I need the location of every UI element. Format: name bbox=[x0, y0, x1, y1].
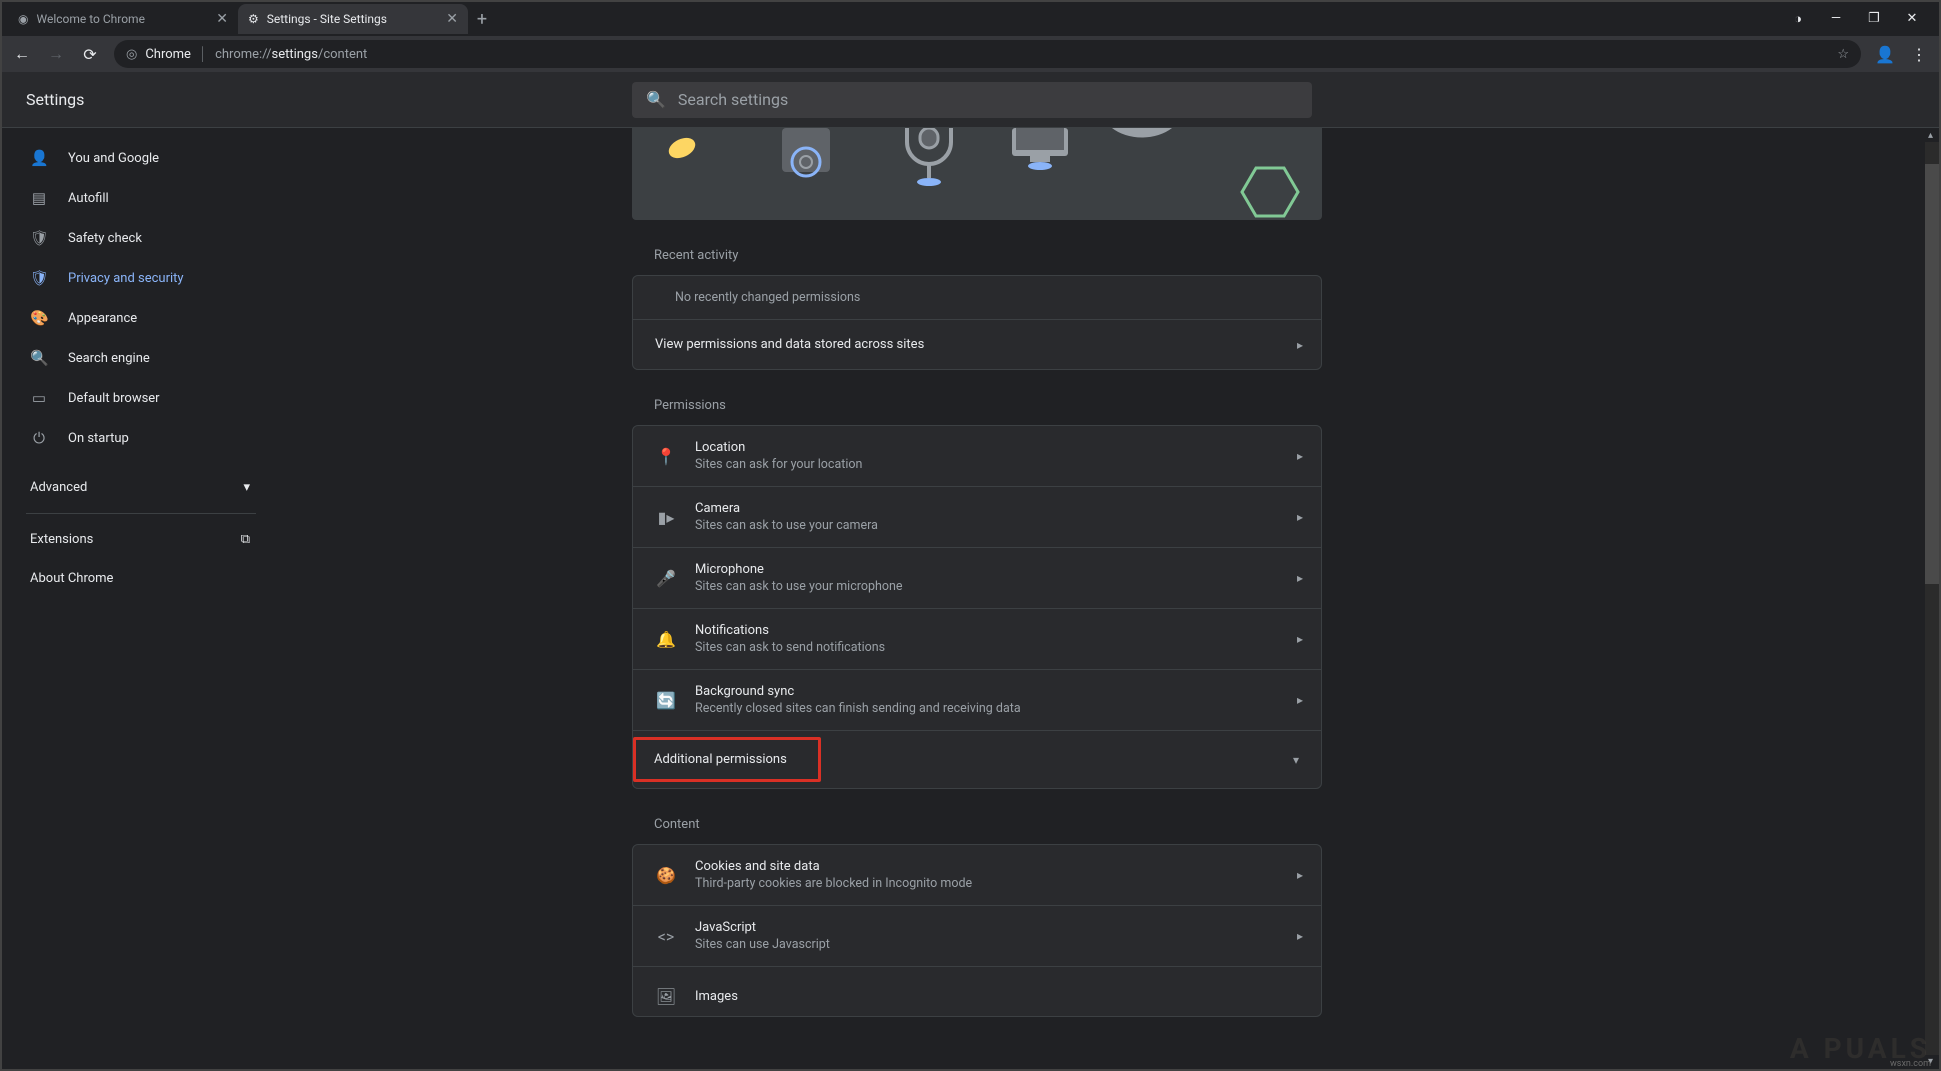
view-permissions-row[interactable]: View permissions and data stored across … bbox=[633, 319, 1321, 369]
code-icon: <> bbox=[655, 927, 677, 946]
chevron-down-icon: ▾ bbox=[243, 480, 250, 495]
recent-activity-card: No recently changed permissions View per… bbox=[632, 275, 1322, 370]
settings-sidebar: 👤You and Google ▤Autofill 🛡Safety check … bbox=[2, 128, 272, 1069]
permission-row-microphone[interactable]: 🎤 MicrophoneSites can ask to use your mi… bbox=[633, 547, 1321, 608]
power-icon: ⏻ bbox=[30, 429, 48, 447]
sidebar-advanced-toggle[interactable]: Advanced▾ bbox=[2, 468, 272, 507]
recent-activity-label: Recent activity bbox=[654, 248, 1322, 263]
sidebar-item-safety-check[interactable]: 🛡Safety check bbox=[2, 218, 272, 258]
permissions-card: 📍 LocationSites can ask for your locatio… bbox=[632, 425, 1322, 789]
permission-row-camera[interactable]: ▮▸ CameraSites can ask to use your camer… bbox=[633, 486, 1321, 547]
corner-attribution: wsxn.com bbox=[1890, 1059, 1931, 1069]
mic-icon: 🎤 bbox=[655, 569, 677, 588]
window-tab-strip: ◉ Welcome to Chrome ✕ ⚙ Settings - Site … bbox=[2, 2, 1939, 36]
sidebar-extensions-link[interactable]: Extensions⧉ bbox=[2, 520, 272, 559]
sidebar-item-default-browser[interactable]: ▭Default browser bbox=[2, 378, 272, 418]
sidebar-item-on-startup[interactable]: ⏻On startup bbox=[2, 418, 272, 458]
browser-toolbar: ← → ⟳ ◎ Chrome │ chrome://settings/conte… bbox=[2, 36, 1939, 72]
chevron-right-icon: ▸ bbox=[1297, 693, 1303, 707]
close-icon[interactable]: ✕ bbox=[446, 11, 458, 27]
close-window-button[interactable]: ✕ bbox=[1903, 11, 1921, 27]
profile-icon[interactable]: 👤 bbox=[1875, 45, 1895, 64]
search-placeholder: Search settings bbox=[678, 90, 788, 109]
forward-button: → bbox=[46, 44, 66, 64]
content-row-images[interactable]: 🖼 Images bbox=[633, 966, 1321, 1016]
sidebar-about-link[interactable]: About Chrome bbox=[2, 559, 272, 598]
sync-icon: 🔄 bbox=[655, 691, 677, 710]
additional-permissions-row[interactable]: Additional permissions ▾ bbox=[633, 730, 1321, 788]
open-in-new-icon: ⧉ bbox=[241, 532, 250, 547]
gear-icon: ⚙ bbox=[248, 12, 259, 26]
menu-icon[interactable]: ⋮ bbox=[1909, 45, 1929, 64]
scrollbar-thumb[interactable] bbox=[1925, 164, 1939, 584]
minimize-button[interactable]: — bbox=[1827, 11, 1845, 27]
tab-settings[interactable]: ⚙ Settings - Site Settings ✕ bbox=[238, 4, 468, 34]
browser-icon: ▭ bbox=[30, 389, 48, 407]
back-button[interactable]: ← bbox=[12, 44, 32, 64]
location-icon: 📍 bbox=[655, 447, 677, 466]
sidebar-item-search-engine[interactable]: 🔍Search engine bbox=[2, 338, 272, 378]
sidebar-item-appearance[interactable]: 🎨Appearance bbox=[2, 298, 272, 338]
chevron-right-icon: ▸ bbox=[1297, 571, 1303, 585]
sidebar-item-autofill[interactable]: ▤Autofill bbox=[2, 178, 272, 218]
shield-icon: 🛡 bbox=[30, 269, 48, 287]
clipboard-icon: ▤ bbox=[30, 189, 48, 207]
site-info-icon[interactable]: ◎ bbox=[126, 47, 137, 62]
recent-activity-empty: No recently changed permissions bbox=[633, 276, 1321, 319]
settings-content: Recent activity No recently changed perm… bbox=[632, 128, 1322, 1069]
additional-permissions-label: Additional permissions bbox=[633, 737, 821, 782]
search-icon: 🔍 bbox=[646, 90, 666, 109]
chevron-right-icon: ▸ bbox=[1297, 338, 1303, 352]
chevron-right-icon: ▸ bbox=[1297, 632, 1303, 646]
cookie-icon: 🍪 bbox=[655, 866, 677, 885]
address-bar[interactable]: ◎ Chrome │ chrome://settings/content ☆ bbox=[114, 40, 1861, 68]
sidebar-item-you-and-google[interactable]: 👤You and Google bbox=[2, 138, 272, 178]
permission-row-background-sync[interactable]: 🔄 Background syncRecently closed sites c… bbox=[633, 669, 1321, 730]
content-section-label: Content bbox=[654, 817, 1322, 832]
content-row-cookies[interactable]: 🍪 Cookies and site dataThird-party cooki… bbox=[633, 845, 1321, 905]
chevron-right-icon: ▸ bbox=[1297, 929, 1303, 943]
permission-row-notifications[interactable]: 🔔 NotificationsSites can ask to send not… bbox=[633, 608, 1321, 669]
person-icon: 👤 bbox=[30, 149, 48, 167]
chevron-right-icon: ▸ bbox=[1297, 449, 1303, 463]
page-title: Settings bbox=[26, 90, 84, 109]
sidebar-item-privacy-security[interactable]: 🛡Privacy and security bbox=[2, 258, 272, 298]
reload-button[interactable]: ⟳ bbox=[80, 45, 100, 64]
chevron-down-icon: ▾ bbox=[1293, 753, 1303, 767]
close-icon[interactable]: ✕ bbox=[216, 11, 228, 27]
tab-welcome[interactable]: ◉ Welcome to Chrome ✕ bbox=[8, 4, 238, 34]
bell-icon: 🔔 bbox=[655, 630, 677, 649]
address-brand: Chrome bbox=[145, 47, 191, 62]
maximize-button[interactable]: ❐ bbox=[1865, 11, 1883, 27]
content-card: 🍪 Cookies and site dataThird-party cooki… bbox=[632, 844, 1322, 1017]
image-icon: 🖼 bbox=[655, 987, 677, 1006]
tab-title: Welcome to Chrome bbox=[36, 12, 144, 26]
permissions-label: Permissions bbox=[654, 398, 1322, 413]
bookmark-icon[interactable]: ☆ bbox=[1837, 47, 1849, 62]
tab-title: Settings - Site Settings bbox=[267, 12, 387, 26]
chevron-right-icon: ▸ bbox=[1297, 868, 1303, 882]
media-control-icon[interactable]: ◑ bbox=[1789, 11, 1807, 27]
search-icon: 🔍 bbox=[30, 349, 48, 367]
search-settings-input[interactable]: 🔍 Search settings bbox=[632, 82, 1312, 118]
settings-header: Settings 🔍 Search settings bbox=[2, 72, 1939, 128]
globe-icon: ◉ bbox=[18, 12, 28, 26]
hero-banner bbox=[632, 128, 1322, 220]
chevron-right-icon: ▸ bbox=[1297, 510, 1303, 524]
content-row-javascript[interactable]: <> JavaScriptSites can use Javascript ▸ bbox=[633, 905, 1321, 966]
camera-icon: ▮▸ bbox=[655, 508, 677, 527]
palette-icon: 🎨 bbox=[30, 309, 48, 327]
new-tab-button[interactable]: + bbox=[468, 5, 496, 33]
permission-row-location[interactable]: 📍 LocationSites can ask for your locatio… bbox=[633, 426, 1321, 486]
shield-check-icon: 🛡 bbox=[30, 229, 48, 247]
